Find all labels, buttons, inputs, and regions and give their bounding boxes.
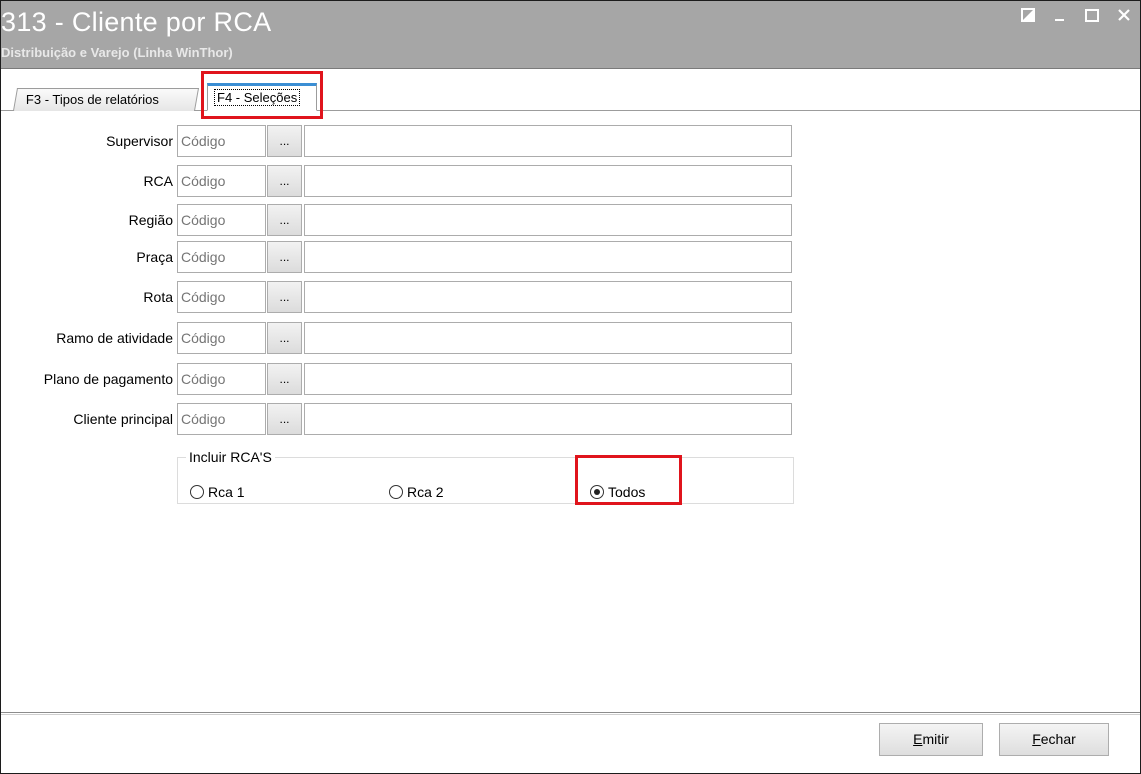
tab-label: F4 - Seleções bbox=[214, 89, 301, 106]
window-controls bbox=[1020, 7, 1134, 25]
button-label: echar bbox=[1040, 731, 1076, 747]
praca-code-input[interactable] bbox=[177, 241, 266, 273]
radio-todos[interactable]: Todos bbox=[590, 484, 645, 500]
restore-icon[interactable] bbox=[1020, 7, 1038, 25]
plano-de-pagamento-description-field[interactable] bbox=[304, 363, 792, 395]
group-title: Incluir RCA'S bbox=[186, 449, 275, 465]
tab-strip: F3 - Tipos de relatórios F4 - Seleções bbox=[1, 69, 1140, 111]
cliente-principal-lookup-button[interactable]: ... bbox=[267, 403, 302, 435]
minimize-icon[interactable] bbox=[1052, 7, 1070, 25]
regiao-lookup-button[interactable]: ... bbox=[267, 204, 302, 236]
title-bar[interactable]: 313 - Cliente por RCA Distribuição e Var… bbox=[1, 1, 1140, 69]
cliente-principal-code-input[interactable] bbox=[177, 403, 266, 435]
tab-label: F3 - Tipos de relatórios bbox=[25, 92, 159, 107]
radio-icon bbox=[190, 485, 204, 499]
close-icon[interactable] bbox=[1116, 7, 1134, 25]
regiao-description-field[interactable] bbox=[304, 204, 792, 236]
app-window: 313 - Cliente por RCA Distribuição e Var… bbox=[0, 0, 1141, 774]
window-title: 313 - Cliente por RCA bbox=[1, 7, 272, 37]
rota-code-input[interactable] bbox=[177, 281, 266, 313]
plano-de-pagamento-lookup-button[interactable]: ... bbox=[267, 363, 302, 395]
bottom-separator bbox=[1, 712, 1140, 715]
ramo-de-atividade-code-input[interactable] bbox=[177, 322, 266, 354]
fechar-button[interactable]: Fechar bbox=[999, 723, 1109, 756]
praca-lookup-button[interactable]: ... bbox=[267, 241, 302, 273]
rca-code-input[interactable] bbox=[177, 165, 266, 197]
filter-label: RCA bbox=[143, 173, 173, 189]
filter-label: Cliente principal bbox=[73, 411, 173, 427]
hotkey-letter: F bbox=[1032, 731, 1041, 747]
filter-label: Supervisor bbox=[106, 133, 173, 149]
maximize-icon[interactable] bbox=[1084, 7, 1102, 25]
plano-de-pagamento-code-input[interactable] bbox=[177, 363, 266, 395]
rca-lookup-button[interactable]: ... bbox=[267, 165, 302, 197]
supervisor-lookup-button[interactable]: ... bbox=[267, 125, 302, 157]
filter-label: Região bbox=[128, 212, 173, 228]
filter-label: Praça bbox=[136, 249, 173, 265]
supervisor-code-input[interactable] bbox=[177, 125, 266, 157]
radio-label: Rca 2 bbox=[407, 484, 444, 500]
incluir-rcas-group: Incluir RCA'S Rca 1 Rca 2 Todos bbox=[177, 449, 794, 504]
filter-label: Ramo de atividade bbox=[56, 330, 173, 346]
ramo-de-atividade-lookup-button[interactable]: ... bbox=[267, 322, 302, 354]
radio-rca-1[interactable]: Rca 1 bbox=[190, 484, 245, 500]
tab-selecoes[interactable]: F4 - Seleções bbox=[207, 83, 317, 111]
cliente-principal-description-field[interactable] bbox=[304, 403, 792, 435]
radio-rca-2[interactable]: Rca 2 bbox=[389, 484, 444, 500]
radio-label: Todos bbox=[608, 484, 646, 500]
filter-label: Plano de pagamento bbox=[43, 371, 173, 387]
regiao-code-input[interactable] bbox=[177, 204, 266, 236]
supervisor-description-field[interactable] bbox=[304, 125, 792, 157]
radio-selected-icon bbox=[590, 485, 604, 499]
radio-icon bbox=[389, 485, 403, 499]
ramo-de-atividade-description-field[interactable] bbox=[304, 322, 792, 354]
rota-lookup-button[interactable]: ... bbox=[267, 281, 302, 313]
rota-description-field[interactable] bbox=[304, 281, 792, 313]
tab-tipos-de-relatorios[interactable]: F3 - Tipos de relatórios bbox=[12, 88, 200, 111]
window-subtitle: Distribuição e Varejo (Linha WinThor) bbox=[1, 45, 233, 60]
radio-label: Rca 1 bbox=[208, 484, 245, 500]
rca-description-field[interactable] bbox=[304, 165, 792, 197]
emitir-button[interactable]: Emitir bbox=[879, 723, 983, 756]
filter-label: Rota bbox=[143, 289, 173, 305]
button-label: mitir bbox=[922, 731, 949, 747]
praca-description-field[interactable] bbox=[304, 241, 792, 273]
